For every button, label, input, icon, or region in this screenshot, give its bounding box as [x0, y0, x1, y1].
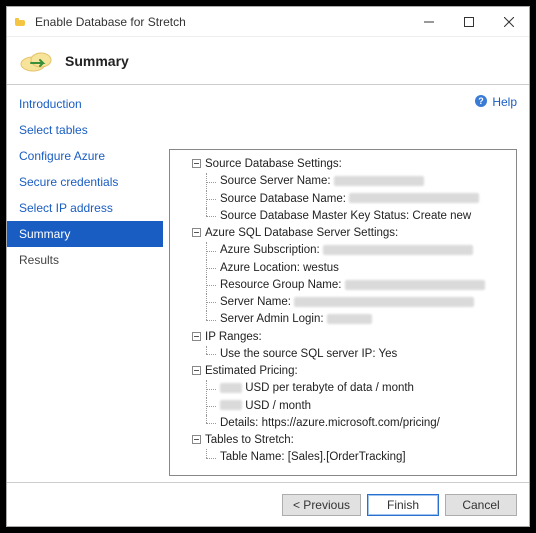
azure-rg-label: Resource Group Name:: [220, 279, 341, 291]
table-name-value: [Sales].[OrderTracking]: [288, 451, 406, 463]
minimize-button[interactable]: [409, 8, 449, 36]
summary-tree: Source Database Settings: Source Server …: [169, 149, 517, 476]
collapse-icon[interactable]: [192, 228, 201, 237]
finish-button[interactable]: Finish: [367, 494, 439, 516]
source-db-value: [349, 193, 479, 203]
help-link[interactable]: Help: [492, 95, 517, 109]
azure-loc-label: Azure Location:: [220, 262, 300, 274]
help-icon: ?: [474, 94, 488, 111]
collapse-icon[interactable]: [192, 435, 201, 444]
azure-srv-value: [294, 297, 474, 307]
cloud-arrow-icon: [19, 46, 55, 76]
wizard-footer: < Previous Finish Cancel: [7, 482, 529, 526]
cancel-button[interactable]: Cancel: [445, 494, 517, 516]
ip-usesrc-label: Use the source SQL server IP:: [220, 348, 376, 360]
source-server-label: Source Server Name:: [220, 175, 331, 187]
nav-summary[interactable]: Summary: [7, 221, 163, 247]
nav-select-tables[interactable]: Select tables: [7, 117, 163, 143]
close-button[interactable]: [489, 8, 529, 36]
titlebar: Enable Database for Stretch: [7, 7, 529, 37]
pricing-details-value: https://azure.microsoft.com/pricing/: [262, 417, 440, 429]
collapse-icon[interactable]: [192, 366, 201, 375]
pricing-details-label: Details:: [220, 417, 258, 429]
source-db-heading: Source Database Settings:: [205, 158, 342, 170]
pricing-pertb-value: [220, 383, 242, 393]
page-title: Summary: [65, 53, 129, 69]
nav-configure-azure[interactable]: Configure Azure: [7, 143, 163, 169]
source-db-label: Source Database Name:: [220, 193, 346, 205]
wizard-body: Introduction Select tables Configure Azu…: [7, 85, 529, 482]
azure-rg-value: [345, 280, 485, 290]
nav-secure-credentials[interactable]: Secure credentials: [7, 169, 163, 195]
azure-admin-label: Server Admin Login:: [220, 313, 324, 325]
collapse-icon[interactable]: [192, 332, 201, 341]
tables-heading: Tables to Stretch:: [205, 434, 294, 446]
ip-usesrc-value: Yes: [379, 348, 398, 360]
table-name-label: Table Name:: [220, 451, 285, 463]
nav-select-ip[interactable]: Select IP address: [7, 195, 163, 221]
pricing-heading: Estimated Pricing:: [205, 365, 298, 377]
azure-heading: Azure SQL Database Server Settings:: [205, 227, 398, 239]
wizard-header: Summary: [7, 37, 529, 85]
pricing-pertb-suffix: USD per terabyte of data / month: [245, 382, 414, 394]
masterkey-value: Create new: [412, 210, 471, 222]
azure-sub-label: Azure Subscription:: [220, 244, 320, 256]
previous-button[interactable]: < Previous: [282, 494, 361, 516]
pricing-permonth-value: [220, 400, 242, 410]
source-server-value: [334, 176, 424, 186]
azure-admin-value: [327, 314, 372, 324]
ip-heading: IP Ranges:: [205, 331, 262, 343]
collapse-icon[interactable]: [192, 159, 201, 168]
pricing-permonth-suffix: USD / month: [245, 400, 311, 412]
masterkey-label: Source Database Master Key Status:: [220, 210, 409, 222]
nav-introduction[interactable]: Introduction: [7, 91, 163, 117]
app-icon: [15, 16, 29, 28]
maximize-button[interactable]: [449, 8, 489, 36]
window-title: Enable Database for Stretch: [35, 15, 409, 29]
azure-loc-value: westus: [303, 262, 339, 274]
content-pane: ? Help Source Database Settings: Source …: [163, 85, 529, 482]
nav-sidebar: Introduction Select tables Configure Azu…: [7, 85, 163, 482]
wizard-window: Enable Database for Stretch Summary Intr…: [6, 6, 530, 527]
nav-results[interactable]: Results: [7, 247, 163, 273]
azure-srv-label: Server Name:: [220, 296, 291, 308]
svg-text:?: ?: [479, 96, 485, 106]
azure-sub-value: [323, 245, 473, 255]
